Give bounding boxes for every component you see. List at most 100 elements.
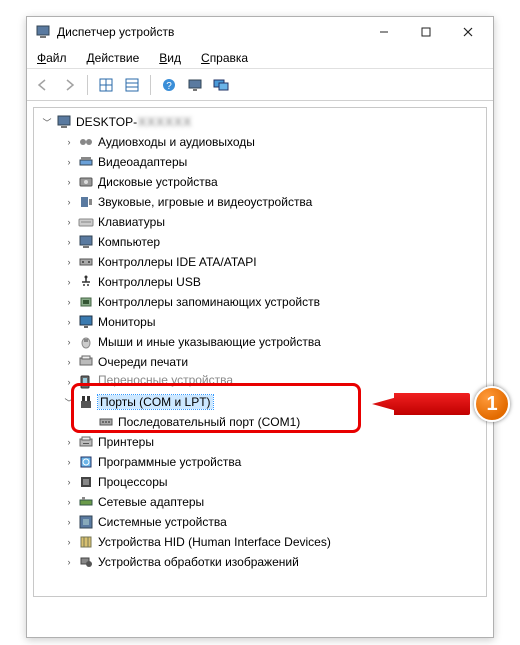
tree-item[interactable]: › Принтеры [36,432,484,452]
expand-icon[interactable]: › [62,277,76,287]
device-icon [78,354,94,370]
expand-icon[interactable]: › [62,317,76,327]
device-icon [78,454,94,470]
menu-help[interactable]: Справка [197,49,252,67]
tree-item-label: Сетевые адаптеры [98,495,204,509]
expand-icon[interactable]: › [62,437,76,447]
tree-item[interactable]: › Процессоры [36,472,484,492]
svg-text:?: ? [166,81,172,92]
maximize-button[interactable] [405,18,447,46]
toolbar-grid-button[interactable] [94,73,118,97]
menubar: Файл Действие Вид Справка [27,47,493,69]
tree-item[interactable]: › Сетевые адаптеры [36,492,484,512]
tree-item-label: Контроллеры запоминающих устройств [98,295,320,309]
tree-item[interactable]: › Мониторы [36,312,484,332]
expand-icon[interactable]: › [62,477,76,487]
tree-item[interactable]: › Устройства обработки изображений [36,552,484,572]
tree-item-label: Контроллеры USB [98,275,201,289]
device-icon [78,234,94,250]
device-icon [78,334,94,350]
toolbar: ? [27,69,493,101]
expand-icon[interactable]: › [62,457,76,467]
root-label: DESKTOP-XXXXXX [76,115,192,129]
expand-icon[interactable]: › [62,217,76,227]
expand-icon[interactable]: › [62,537,76,547]
tree-item-label: Аудиовходы и аудиовыходы [98,135,255,149]
toolbar-list-button[interactable] [120,73,144,97]
tree-item-label: Устройства HID (Human Interface Devices) [98,535,331,549]
tree-item-label: Мониторы [98,315,155,329]
tree-item-label: Переносные устройства [98,373,233,387]
tree-item-label: Процессоры [98,475,168,489]
expand-icon[interactable]: › [62,197,76,207]
tree-item[interactable]: › Аудиовходы и аудиовыходы [36,132,484,152]
expand-icon[interactable]: › [62,237,76,247]
close-button[interactable] [447,18,489,46]
tree-item[interactable]: › Устройства HID (Human Interface Devices… [36,532,484,552]
toolbar-help-button[interactable]: ? [157,73,181,97]
tree-item[interactable]: ›Системные устройства [36,512,484,532]
tree-item-label: Компьютер [98,235,160,249]
tree-item-label: Последовательный порт (COM1) [118,415,300,429]
tree-item[interactable]: › Компьютер [36,232,484,252]
separator [87,75,88,95]
tree-item[interactable]: › Контроллеры USB [36,272,484,292]
toolbar-monitor-button[interactable] [183,73,207,97]
tree-root-node[interactable]: ﹀ DESKTOP-XXXXXX [36,112,484,132]
expand-icon[interactable]: › [62,337,76,347]
device-icon [78,254,94,270]
tree-item-label: Порты (COM и LPT) [98,395,213,409]
device-icon [78,214,94,230]
tree-item-label: Очереди печати [98,355,188,369]
collapse-icon[interactable]: ﹀ [40,116,54,129]
tree-item[interactable]: › Переносные устройства [36,372,484,392]
tree-item[interactable]: › Очереди печати [36,352,484,372]
menu-file[interactable]: Файл [33,49,71,67]
tree-item-label: Устройства обработки изображений [98,555,299,569]
tree-item[interactable]: ﹀ Порты (COM и LPT) [36,392,484,412]
expand-icon[interactable]: › [62,517,76,527]
device-icon [78,314,94,330]
device-icon [78,194,94,210]
expand-icon[interactable]: ﹀ [62,396,76,409]
tree-item[interactable]: › Клавиатуры [36,212,484,232]
forward-button[interactable] [57,73,81,97]
expand-icon[interactable]: › [62,157,76,167]
expand-icon[interactable]: › [62,137,76,147]
tree-item-label: Видеоадаптеры [98,155,187,169]
tree-item[interactable]: › Программные устройства [36,452,484,472]
app-icon [35,24,51,40]
expand-icon[interactable]: › [62,377,76,387]
tree-item-label: Программные устройства [98,455,241,469]
expand-icon[interactable]: › [62,557,76,567]
separator [150,75,151,95]
expand-icon[interactable]: › [62,257,76,267]
tree-item-label: Звуковые, игровые и видеоустройства [98,195,312,209]
toolbar-display-button[interactable] [209,73,233,97]
tree-item[interactable]: ›Дисковые устройства [36,172,484,192]
device-icon [78,274,94,290]
computer-icon [56,114,72,130]
tree-item[interactable]: ›Контроллеры IDE ATA/ATAPI [36,252,484,272]
tree-item[interactable]: › Контроллеры запоминающих устройств [36,292,484,312]
device-tree[interactable]: ﹀DESKTOP-XXXXXX›Аудиовходы и аудиовыходы… [33,107,487,597]
device-icon [78,374,94,390]
tree-item[interactable]: ›Мыши и иные указывающие устройства [36,332,484,352]
tree-item[interactable]: › Звуковые, игровые и видеоустройства [36,192,484,212]
tree-item[interactable]: › Видеоадаптеры [36,152,484,172]
menu-action[interactable]: Действие [83,49,144,67]
expand-icon[interactable]: › [62,357,76,367]
menu-view[interactable]: Вид [155,49,185,67]
device-icon [78,514,94,530]
device-icon [78,534,94,550]
expand-icon[interactable]: › [62,497,76,507]
device-icon [78,434,94,450]
back-button[interactable] [31,73,55,97]
expand-icon[interactable]: › [62,297,76,307]
tree-item-label: Клавиатуры [98,215,165,229]
tree-child-item[interactable]: Последовательный порт (COM1) [36,412,484,432]
tree-item-label: Принтеры [98,435,154,449]
minimize-button[interactable] [363,18,405,46]
expand-icon[interactable]: › [62,177,76,187]
device-icon [78,494,94,510]
